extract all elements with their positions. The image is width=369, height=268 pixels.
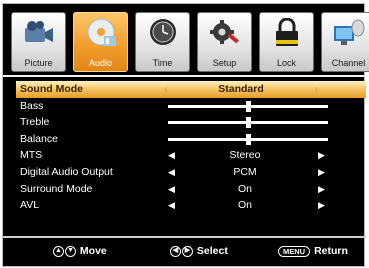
tab-label-setup: Setup [212,58,237,68]
surround-mode-label: Surround Mode [20,182,93,195]
treble-label: Treble [20,116,50,129]
return-hint-label: Return [314,245,348,257]
left-arrow-icon: ◀ [170,245,181,257]
mts-right-arrow[interactable]: ▶ [318,147,325,164]
tab-channel[interactable]: Channel [321,12,369,72]
sound-mode-right-arrow[interactable]: › [314,81,318,98]
menu-key-icon: MENU [278,245,311,257]
padlock-icon [276,18,298,46]
balance-slider[interactable] [168,133,328,145]
move-hint: ▲ ▼ Move [53,243,107,259]
bass-label: Bass [20,99,44,112]
treble-slider[interactable] [168,117,328,129]
clock-icon [150,19,176,45]
menu-item-treble[interactable]: Treble [20,114,368,131]
cd-audio-icon [87,18,116,46]
move-hint-label: Move [79,245,107,257]
balance-slider-knob[interactable] [246,133,251,145]
tab-label-audio: Audio [88,58,113,68]
select-hint-label: Select [196,245,228,257]
audio-settings-menu: Sound Mode ‹ Standard › Bass Treble Bala… [16,81,368,214]
menu-item-surround-mode[interactable]: Surround Mode ◀ On ▶ [20,181,368,198]
tab-label-channel: Channel [331,58,366,68]
menu-item-bass[interactable]: Bass [20,98,368,115]
footer-divider [3,236,366,238]
down-arrow-icon: ▼ [65,245,76,257]
select-hint: ◀ ▶ Select [170,243,228,259]
tv-osd-screen: Picture Audio Time Setup Lock Channel So… [0,0,369,268]
digital-audio-output-value: PCM [233,165,257,178]
surround-mode-value: On [237,182,252,195]
key-hint-footer: ▲ ▼ Move ◀ ▶ Select MENU Return [3,240,366,264]
bass-slider-knob[interactable] [246,100,251,112]
menu-item-digital-audio-output[interactable]: Digital Audio Output ◀ PCM ▶ [20,164,368,181]
mts-value: Stereo [229,149,261,162]
avl-label: AVL [20,199,40,212]
menu-item-sound-mode[interactable]: Sound Mode ‹ Standard › [16,81,366,98]
sound-mode-value: Standard [218,83,264,95]
bass-slider[interactable] [168,100,328,112]
tab-time[interactable]: Time [135,12,190,72]
tab-audio[interactable]: Audio [73,12,128,72]
digital-audio-output-right-arrow[interactable]: ▶ [318,164,325,181]
satellite-dish-icon [334,19,365,45]
digital-audio-output-label: Digital Audio Output [20,165,113,178]
tab-label-picture: Picture [24,58,53,68]
balance-label: Balance [20,132,58,145]
tab-lock[interactable]: Lock [259,12,314,72]
avl-right-arrow[interactable]: ▶ [318,197,325,214]
menu-item-balance[interactable]: Balance [20,131,368,148]
osd-frame: Picture Audio Time Setup Lock Channel So… [2,3,369,267]
treble-slider-knob[interactable] [246,117,251,129]
up-arrow-icon: ▲ [53,245,64,257]
surround-mode-right-arrow[interactable]: ▶ [318,181,325,198]
category-tab-bar: Picture Audio Time Setup Lock Channel [11,6,369,74]
tab-bar-divider [3,75,366,77]
sound-mode-label: Sound Mode [20,83,83,95]
menu-item-mts[interactable]: MTS ◀ Stereo ▶ [20,147,368,164]
tab-label-time: Time [152,58,173,68]
mts-label: MTS [20,149,43,162]
tab-picture[interactable]: Picture [11,12,66,72]
tab-setup[interactable]: Setup [197,12,252,72]
avl-value: On [237,199,252,212]
return-hint: MENU Return [278,243,348,259]
menu-item-avl[interactable]: AVL ◀ On ▶ [20,197,368,214]
right-arrow-icon: ▶ [182,245,193,257]
gear-icon [210,20,239,44]
tab-label-lock: Lock [276,58,296,68]
video-camera-icon [25,21,53,42]
